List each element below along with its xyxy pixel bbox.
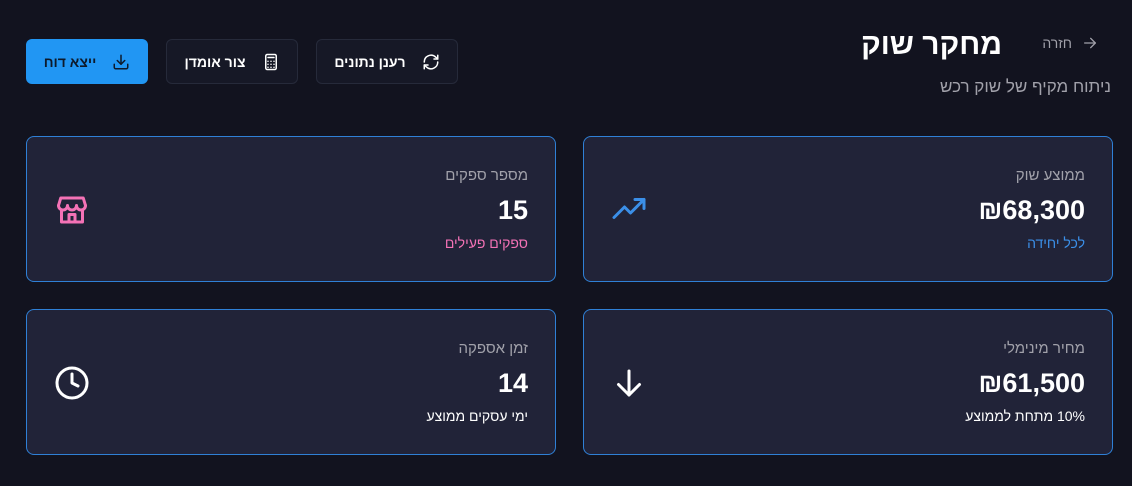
export-report-button[interactable]: ייצא דוח (26, 39, 148, 84)
arrow-down-icon (611, 365, 647, 401)
delivery-time-card: זמן אספקה 14 ימי עסקים ממוצע (26, 309, 556, 455)
card-label: מחיר מינימלי (1003, 340, 1085, 357)
card-subtext: ספקים פעילים (444, 235, 528, 251)
trending-up-icon (611, 192, 647, 228)
back-label: חזרה (1042, 35, 1072, 51)
market-average-card: ממוצע שוק ₪68,300 לכל יחידה (583, 136, 1113, 282)
refresh-data-button[interactable]: רענן נתונים (316, 39, 458, 84)
export-report-label: ייצא דוח (43, 53, 97, 70)
card-label: זמן אספקה (458, 340, 528, 357)
card-label: ממוצע שוק (1015, 167, 1085, 184)
page-title: מחקר שוק (861, 28, 1002, 61)
download-icon (113, 54, 129, 69)
create-estimate-label: צור אומדן (184, 53, 246, 70)
minimum-price-card: מחיר מינימלי ₪61,500 10% מתחת לממוצע (583, 309, 1113, 455)
card-label: מספר ספקים (445, 167, 528, 184)
refresh-data-label: רענן נתונים (334, 53, 406, 70)
card-value: ₪61,500 (978, 368, 1085, 398)
arrow-right-icon (1084, 37, 1096, 49)
card-value: 15 (497, 195, 528, 225)
card-subtext: לכל יחידה (1027, 235, 1085, 251)
suppliers-count-card: מספר ספקים 15 ספקים פעילים (26, 136, 556, 282)
back-link[interactable]: חזרה (1042, 35, 1098, 51)
market-research-page: חזרה מחקר שוק ניתוח מקיף של שוק רכש רענן… (0, 0, 1132, 486)
store-icon (54, 192, 90, 228)
calculator-icon (264, 53, 277, 70)
card-subtext: 10% מתחת לממוצע (965, 408, 1085, 424)
create-estimate-button[interactable]: צור אומדן (166, 39, 298, 84)
clock-icon (54, 365, 90, 401)
card-value: 14 (497, 368, 528, 398)
page-subtitle: ניתוח מקיף של שוק רכש (940, 77, 1111, 96)
card-subtext: ימי עסקים ממוצע (426, 408, 528, 424)
refresh-icon (423, 54, 439, 69)
card-value: ₪68,300 (978, 195, 1085, 225)
